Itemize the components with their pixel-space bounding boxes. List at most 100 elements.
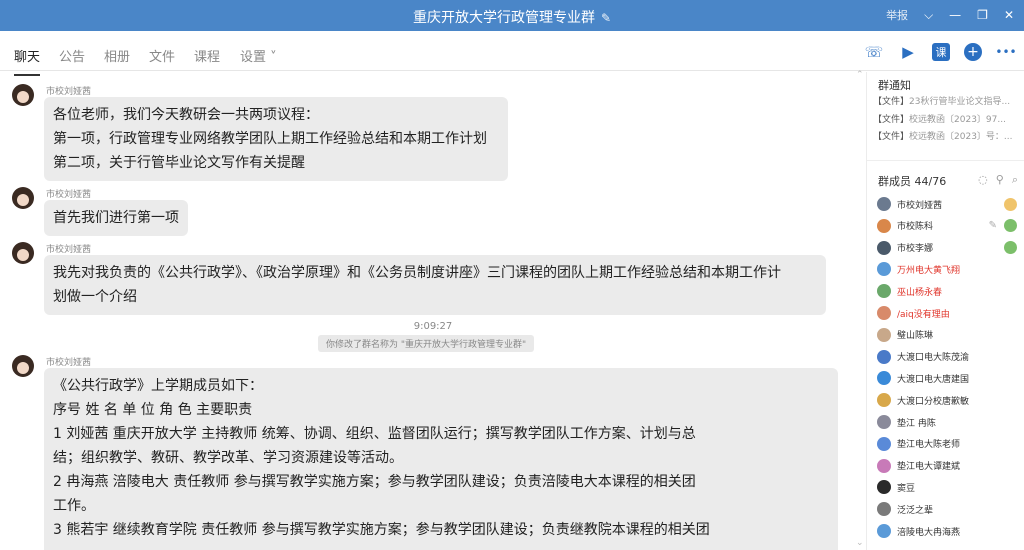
search-icon[interactable]: ⌕ [1012, 173, 1018, 187]
member-item[interactable]: 市校李娜 [877, 238, 1017, 258]
message-line: 3 熊若宇 继续教育学院 责任教师 参与撰写教学实施方案；参与教学团队建设；负责… [53, 522, 710, 538]
tab-chat[interactable]: 聊天 [14, 46, 41, 76]
add-icon[interactable]: + [964, 43, 982, 61]
member-avatar [877, 371, 891, 386]
close-icon[interactable]: ✕ [1004, 8, 1014, 22]
edit-icon[interactable]: ✎ [989, 220, 997, 231]
member-avatar [877, 524, 891, 538]
video-icon[interactable]: ▶ [898, 42, 918, 62]
notice-text: 23秋行管毕业论文指导... [909, 97, 1011, 107]
member-item[interactable]: 璧山陈琳 [877, 325, 1017, 345]
avatar[interactable] [12, 84, 34, 106]
chat-bubble-icon[interactable]: ◌ [978, 173, 988, 187]
notice-text: 校远教函〔2023〕号：... [909, 132, 1013, 142]
message-line: 我先对我负责的《公共行政学》、《政治学原理》和《公务员制度讲座》三门课程的团队上… [53, 265, 781, 281]
member-avatar [877, 393, 891, 408]
member-name: /aiq没有理由 [897, 309, 950, 320]
report-button[interactable]: 举报 [886, 7, 908, 23]
member-item[interactable]: 市校陈科 ✎ [877, 216, 1017, 236]
collapse-down-icon[interactable]: ⌄ [856, 538, 864, 548]
message-bubble[interactable]: 首先我们进行第一项 [44, 200, 188, 236]
edit-icon[interactable]: ✎ [601, 11, 611, 25]
member-item[interactable]: 窦豆 [877, 477, 1017, 497]
avatar[interactable] [12, 242, 34, 264]
member-name: 大渡口电大唐建国 [897, 374, 970, 385]
member-name: 垫江电大谭建斌 [897, 462, 961, 473]
member-item[interactable]: 大渡口分校唐歉敏 [877, 390, 1017, 410]
message-line: 工作。 [53, 498, 95, 514]
member-item[interactable]: /aiq没有理由 [877, 303, 1017, 323]
member-avatar [877, 284, 891, 299]
admin-badge-icon [1004, 219, 1017, 233]
member-item[interactable]: 市校刘娅茜 [877, 194, 1017, 214]
admin-badge-icon [1004, 241, 1017, 255]
divider [867, 160, 1024, 161]
notice-tag: 【文件】 [873, 132, 910, 142]
tab-files[interactable]: 文件 [149, 46, 175, 65]
member-avatar [877, 458, 891, 473]
member-name: 窦豆 [897, 483, 916, 494]
chat-toolbar: ☏ ▶ 课 + ••• [864, 42, 1017, 62]
member-avatar [877, 327, 891, 342]
member-avatar [877, 480, 891, 495]
avatar[interactable] [12, 187, 34, 209]
tab-album[interactable]: 相册 [104, 46, 130, 65]
tab-announcement[interactable]: 公告 [59, 46, 85, 65]
message-line: 第一项，行政管理专业网络教学团队上期工作经验总结和本期工作计划 [53, 131, 487, 147]
member-avatar [877, 197, 891, 211]
member-item[interactable]: 泛泛之辈 [877, 499, 1017, 519]
message-line: 序号 姓 名 单 位 角 色 主要职责 [53, 402, 253, 418]
member-item[interactable]: 万州电大黄飞翔 [877, 259, 1017, 279]
member-name: 涪陵电大冉海燕 [897, 527, 961, 538]
member-name: 大渡口电大陈茂渝 [897, 353, 970, 364]
member-item[interactable]: 垫江电大陈老师 [877, 434, 1017, 454]
member-name: 万州电大黄飞翔 [897, 265, 961, 276]
member-name: 垫江电大陈老师 [897, 440, 961, 451]
member-item[interactable]: 垫江电大谭建斌 [877, 456, 1017, 476]
message-bubble[interactable]: 各位老师，我们今天教研会一共两项议程： 第一项，行政管理专业网络教学团队上期工作… [44, 97, 508, 181]
member-item[interactable]: 大渡口电大唐建国 [877, 368, 1017, 388]
minimize-icon[interactable]: — [949, 8, 961, 22]
member-name: 大渡口分校唐歉敏 [897, 396, 970, 407]
member-item[interactable]: 巫山杨永春 [877, 281, 1017, 301]
member-avatar [877, 306, 891, 320]
member-avatar [877, 218, 891, 233]
course-icon[interactable]: 课 [932, 43, 950, 61]
restore-icon[interactable]: ❐ [977, 8, 988, 22]
phone-icon[interactable]: ☏ [864, 42, 884, 62]
avatar[interactable] [12, 355, 34, 377]
notice-tag: 【文件】 [873, 97, 910, 107]
member-item[interactable]: 大渡口电大陈茂渝 [877, 347, 1017, 367]
system-time: 9:09:27 [413, 321, 453, 332]
message-line: 第二项，关于行管毕业论文写作有关提醒 [53, 155, 305, 171]
member-name: 市校陈科 [897, 222, 934, 233]
window-title: 重庆开放大学行政管理专业群 ✎ [0, 7, 1024, 27]
collapse-up-icon[interactable]: ⌃ [856, 70, 864, 80]
sender-name: 市校刘娅茜 [46, 87, 92, 97]
tab-course[interactable]: 课程 [194, 46, 220, 65]
add-member-icon[interactable]: ⚲ [996, 173, 1004, 187]
member-item[interactable]: 垫江 冉陈 [877, 412, 1017, 432]
message-bubble[interactable]: 《公共行政学》上学期成员如下： 序号 姓 名 单 位 角 色 主要职责 1 刘娅… [44, 368, 838, 550]
member-avatar [877, 240, 891, 255]
notice-item[interactable]: 【文件】校远教函〔2023〕号：... [873, 129, 1021, 142]
member-name: 市校刘娅茜 [897, 200, 943, 211]
message-line: 2 冉海燕 涪陵电大 责任教师 参与撰写教学实施方案；参与教学团队建设；负责涪陵… [53, 474, 696, 490]
member-avatar [877, 262, 891, 277]
owner-badge-icon [1004, 197, 1017, 211]
member-avatar [877, 349, 891, 364]
members-actions: ◌ ⚲ ⌕ [978, 173, 1018, 187]
member-name: 市校李娜 [897, 244, 934, 255]
notice-title: 群通知 [878, 79, 911, 92]
message-line: 划做一个介绍 [53, 289, 137, 305]
member-item[interactable]: 涪陵电大冉海燕 [877, 521, 1017, 541]
more-icon[interactable]: ••• [995, 42, 1016, 62]
notice-item[interactable]: 【文件】23秋行管毕业论文指导... [873, 94, 1021, 107]
notice-item[interactable]: 【文件】校远教函〔2023〕97... [873, 112, 1021, 125]
tab-settings[interactable]: 设置 ˅ [240, 46, 277, 65]
chat-area[interactable]: 市校刘娅茜 各位老师，我们今天教研会一共两项议程： 第一项，行政管理专业网络教学… [0, 72, 866, 550]
chevron-down-icon[interactable]: ⌵ [924, 8, 933, 23]
message-bubble[interactable]: 我先对我负责的《公共行政学》、《政治学原理》和《公务员制度讲座》三门课程的团队上… [44, 255, 826, 315]
member-avatar [877, 415, 891, 429]
group-name: 重庆开放大学行政管理专业群 [412, 10, 595, 26]
